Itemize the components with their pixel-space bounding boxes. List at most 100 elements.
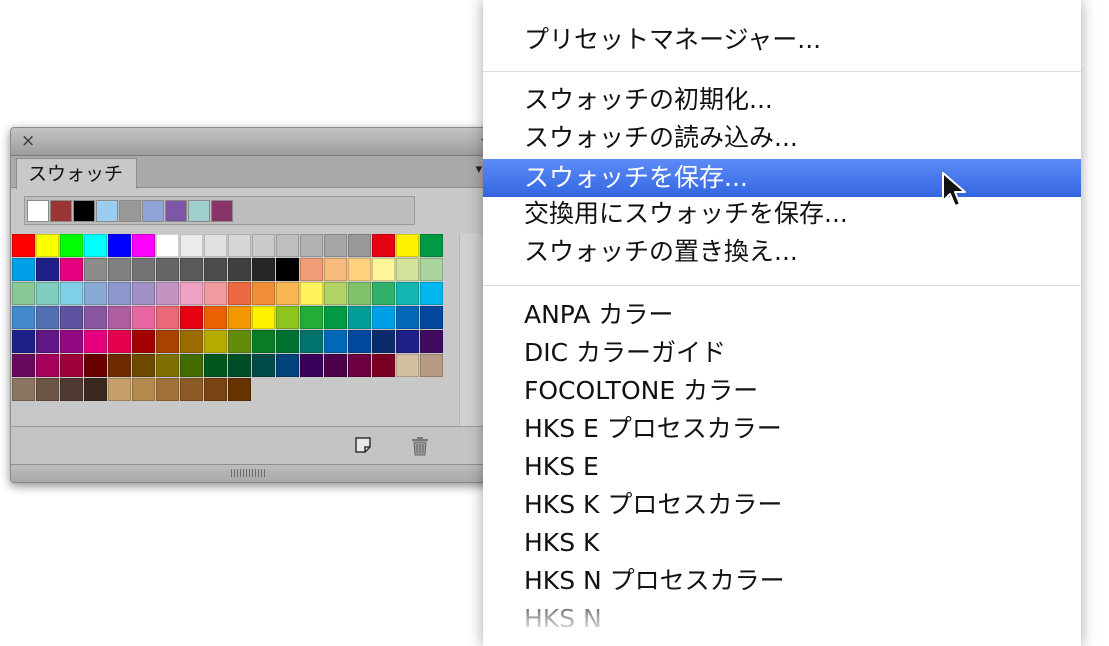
swatch[interactable] xyxy=(84,282,107,305)
swatch[interactable] xyxy=(60,258,83,281)
swatch[interactable] xyxy=(300,306,323,329)
swatch[interactable] xyxy=(396,330,419,353)
menu-item-dic[interactable]: DIC カラーガイド xyxy=(483,334,1081,372)
swatch[interactable] xyxy=(204,234,227,257)
swatch[interactable] xyxy=(204,306,227,329)
swatch[interactable] xyxy=(180,282,203,305)
swatch[interactable] xyxy=(348,330,371,353)
swatch[interactable] xyxy=(324,330,347,353)
swatch[interactable] xyxy=(300,330,323,353)
swatch[interactable] xyxy=(228,234,251,257)
swatch[interactable] xyxy=(324,258,347,281)
swatch[interactable] xyxy=(228,330,251,353)
recent-swatch[interactable] xyxy=(188,199,210,222)
recent-swatch[interactable] xyxy=(27,199,49,222)
swatch[interactable] xyxy=(132,354,155,377)
panel-titlebar[interactable]: × ◀◀ xyxy=(11,128,507,156)
menu-item-load-swatches[interactable]: スウォッチの読み込み... xyxy=(483,119,1081,157)
swatch[interactable] xyxy=(372,282,395,305)
swatch[interactable] xyxy=(348,306,371,329)
swatch[interactable] xyxy=(300,282,323,305)
swatch[interactable] xyxy=(108,258,131,281)
close-icon[interactable]: × xyxy=(21,131,35,151)
menu-item-focoltone[interactable]: FOCOLTONE カラー xyxy=(483,372,1081,410)
swatch[interactable] xyxy=(396,282,419,305)
swatch[interactable] xyxy=(252,282,275,305)
swatch[interactable] xyxy=(60,282,83,305)
swatch[interactable] xyxy=(228,306,251,329)
swatch[interactable] xyxy=(12,378,35,401)
swatch[interactable] xyxy=(12,306,35,329)
swatch[interactable] xyxy=(396,306,419,329)
menu-item-save-swatches-exchange[interactable]: 交換用にスウォッチを保存... xyxy=(483,195,1081,233)
swatch[interactable] xyxy=(180,306,203,329)
swatch[interactable] xyxy=(36,258,59,281)
swatch[interactable] xyxy=(180,234,203,257)
swatch[interactable] xyxy=(84,378,107,401)
swatch[interactable] xyxy=(396,354,419,377)
swatch[interactable] xyxy=(252,306,275,329)
menu-item-hks-e-process[interactable]: HKS E プロセスカラー xyxy=(483,410,1081,448)
swatch[interactable] xyxy=(276,258,299,281)
swatch[interactable] xyxy=(12,258,35,281)
swatch[interactable] xyxy=(84,354,107,377)
swatch[interactable] xyxy=(60,306,83,329)
swatch[interactable] xyxy=(420,306,443,329)
swatch[interactable] xyxy=(348,258,371,281)
swatch[interactable] xyxy=(228,378,251,401)
menu-item-save-swatches[interactable]: スウォッチを保存... xyxy=(483,159,1081,197)
swatch[interactable] xyxy=(372,258,395,281)
swatch[interactable] xyxy=(276,306,299,329)
swatch[interactable] xyxy=(204,282,227,305)
swatch[interactable] xyxy=(420,330,443,353)
swatch[interactable] xyxy=(84,330,107,353)
swatch[interactable] xyxy=(228,354,251,377)
swatch[interactable] xyxy=(372,330,395,353)
tab-swatches[interactable]: スウォッチ xyxy=(16,158,138,189)
swatch[interactable] xyxy=(156,354,179,377)
swatch[interactable] xyxy=(396,234,419,257)
menu-item-hks-k[interactable]: HKS K xyxy=(483,524,1081,562)
swatch[interactable] xyxy=(204,378,227,401)
swatch[interactable] xyxy=(60,354,83,377)
menu-item-anpa[interactable]: ANPA カラー xyxy=(483,296,1081,334)
swatch[interactable] xyxy=(420,282,443,305)
swatch[interactable] xyxy=(252,354,275,377)
swatch[interactable] xyxy=(204,258,227,281)
swatch[interactable] xyxy=(156,306,179,329)
menu-item-replace-swatches[interactable]: スウォッチの置き換え... xyxy=(483,233,1081,271)
swatch[interactable] xyxy=(156,258,179,281)
swatch[interactable] xyxy=(108,234,131,257)
swatch[interactable] xyxy=(324,282,347,305)
recent-swatch[interactable] xyxy=(142,199,164,222)
swatch[interactable] xyxy=(156,378,179,401)
swatch[interactable] xyxy=(60,234,83,257)
swatch[interactable] xyxy=(156,330,179,353)
swatch[interactable] xyxy=(252,234,275,257)
trash-icon[interactable] xyxy=(409,435,431,461)
swatch[interactable] xyxy=(132,306,155,329)
swatch[interactable] xyxy=(372,306,395,329)
swatch[interactable] xyxy=(348,354,371,377)
menu-item-hks-k-process[interactable]: HKS K プロセスカラー xyxy=(483,486,1081,524)
swatch[interactable] xyxy=(12,354,35,377)
swatch[interactable] xyxy=(420,354,443,377)
swatch[interactable] xyxy=(36,282,59,305)
swatch[interactable] xyxy=(132,378,155,401)
swatch[interactable] xyxy=(396,258,419,281)
panel-resize-grip[interactable] xyxy=(11,464,507,482)
swatch[interactable] xyxy=(108,282,131,305)
swatch[interactable] xyxy=(84,258,107,281)
swatch[interactable] xyxy=(252,330,275,353)
swatch[interactable] xyxy=(348,234,371,257)
recent-swatch[interactable] xyxy=(50,199,72,222)
swatch[interactable] xyxy=(36,234,59,257)
swatch[interactable] xyxy=(108,354,131,377)
swatch[interactable] xyxy=(132,258,155,281)
swatch[interactable] xyxy=(300,354,323,377)
menu-item-hks-n-process[interactable]: HKS N プロセスカラー xyxy=(483,562,1081,600)
swatch[interactable] xyxy=(180,330,203,353)
recent-swatch[interactable] xyxy=(165,199,187,222)
recent-swatch[interactable] xyxy=(211,199,233,222)
swatch[interactable] xyxy=(156,234,179,257)
